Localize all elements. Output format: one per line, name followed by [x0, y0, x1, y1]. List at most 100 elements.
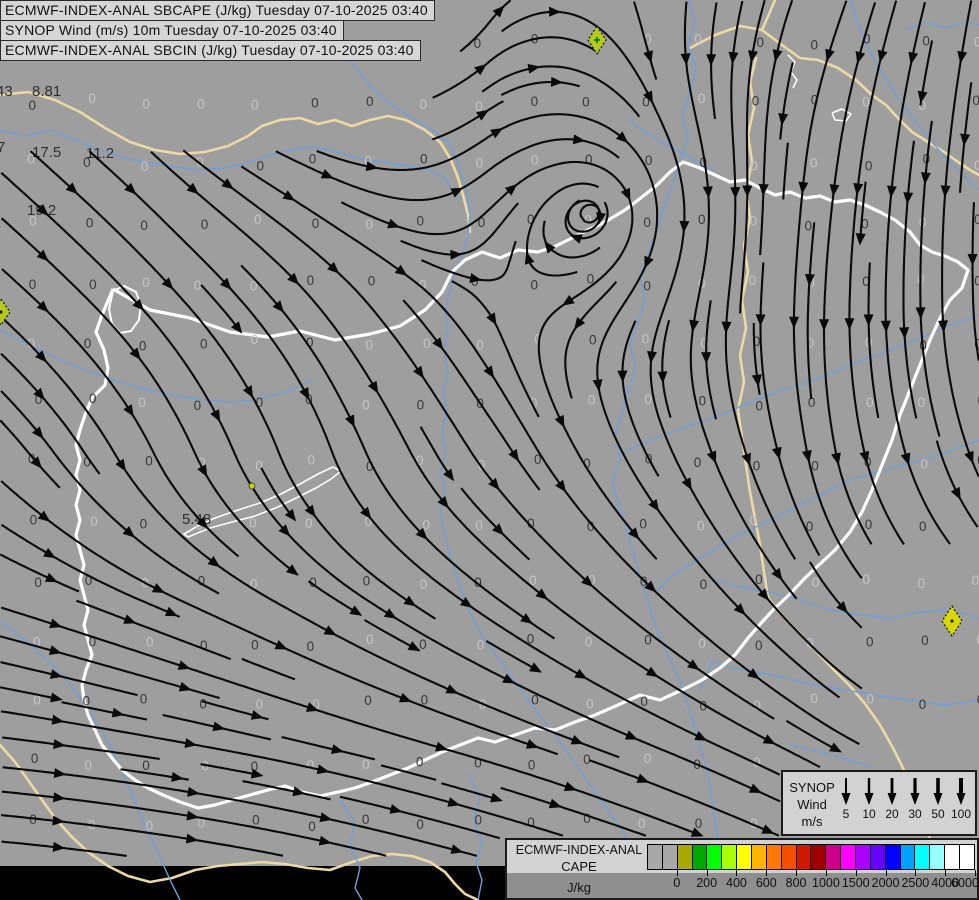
flow-arrowhead: [187, 786, 200, 797]
cape-tick-label: 600: [755, 876, 777, 890]
white-outline-patch: [831, 108, 853, 122]
value-label-zero: 0: [811, 38, 819, 53]
flow-arrowhead: [855, 233, 866, 246]
wind-scale-slot: 30: [904, 774, 926, 834]
cape-color-cell: [840, 845, 856, 869]
value-label-zero: 0: [974, 273, 979, 288]
value-label-zero: 0: [255, 458, 263, 473]
value-label-zero: 0: [919, 519, 927, 534]
flow-arrowhead: [549, 6, 562, 17]
cape-color-cell: [721, 845, 737, 869]
value-label-zero: 0: [756, 398, 764, 413]
value-label-zero: 0: [362, 812, 370, 827]
streamline: [150, 151, 821, 769]
value-label-zero: 0: [643, 278, 651, 293]
value-label-zero: 0: [420, 97, 428, 112]
flow-arrowhead: [435, 741, 448, 752]
cape-tick-label: 1000: [812, 876, 840, 890]
value-label-zero: 0: [34, 575, 42, 590]
value-label-zero: 0: [698, 212, 706, 227]
value-label-zero: 0: [583, 752, 591, 767]
value-label-zero: 0: [89, 277, 97, 292]
value-label-zero: 0: [30, 513, 38, 528]
value-label-zero: 0: [474, 813, 482, 828]
streamline-layer: [0, 0, 979, 857]
cape-tick-label: 2000: [871, 876, 900, 890]
value-label-zero: 0: [866, 395, 874, 410]
wind-arrow-icon: [910, 778, 920, 805]
wind-scale-slot: 50: [927, 774, 949, 834]
flow-arrowhead: [592, 379, 603, 392]
flow-arrowhead: [383, 608, 397, 619]
flow-arrowhead: [520, 613, 533, 624]
value-label-zero: 0: [420, 151, 428, 166]
flow-arrowhead: [508, 448, 520, 462]
flow-arrowhead: [459, 596, 473, 608]
wind-scale-slot: 20: [881, 774, 903, 834]
map-canvas[interactable]: 0 0 0 0 0 0 0 0 0 0 0 0 0 0 0 0 0 0 0 0 0 0 0 0 0 0 0 0 0 0 0 0 0 0 0 0 0 0 0 0…: [0, 0, 979, 900]
flow-arrowhead: [730, 187, 741, 200]
value-label-zero: 0: [194, 398, 202, 413]
value-label-zero: 0: [812, 575, 820, 590]
value-label-zero: 0: [200, 337, 208, 352]
wind-arrow-icon: [933, 778, 943, 805]
flow-arrowhead: [178, 681, 192, 692]
value-label-zero: 0: [867, 692, 875, 707]
neighbor-country-border: [0, 90, 472, 234]
streamline: [241, 657, 296, 681]
value-label-zero: 0: [642, 331, 650, 346]
value-label-zero: 0: [697, 519, 705, 534]
flow-arrowhead: [957, 50, 968, 64]
flow-arrowhead: [706, 54, 717, 67]
cape-legend-units: J/kg: [567, 880, 591, 895]
flow-arrowhead: [657, 371, 668, 384]
value-label-zero: 0: [139, 338, 147, 353]
streamline: [281, 736, 376, 761]
value-label-zero: 0: [312, 216, 320, 231]
flow-arrowhead: [645, 666, 659, 678]
cape-tick-label: 6000: [951, 876, 979, 890]
value-label-zero: 0: [197, 96, 205, 111]
value-label-zero: 0: [749, 273, 757, 288]
streamline: [0, 171, 781, 803]
flow-arrowhead: [570, 735, 584, 745]
flow-arrowhead: [394, 264, 408, 276]
streamline: [0, 419, 61, 489]
flow-arrowhead: [721, 321, 732, 334]
flow-arrowhead: [49, 618, 63, 629]
cape-tick-label: 200: [696, 876, 718, 890]
value-label-zero: 0: [865, 517, 873, 532]
flow-arrowhead: [550, 76, 564, 87]
value-label-zero: 0: [305, 516, 313, 531]
flow-arrowhead: [490, 128, 503, 139]
cape-color-cell: [795, 845, 811, 869]
flow-arrowhead: [207, 556, 221, 568]
cape-color-cell: [899, 845, 915, 869]
flow-arrowhead: [548, 798, 562, 809]
streamline: [340, 160, 658, 560]
flow-arrowhead: [742, 185, 753, 198]
streamline: [759, 0, 794, 256]
flow-arrowhead: [863, 314, 874, 327]
flow-arrowhead: [771, 567, 783, 581]
flow-arrowhead: [221, 178, 234, 190]
value-label-zero: 0: [86, 216, 94, 231]
value-label-zero: 0: [251, 638, 259, 653]
value-label-zero: 0: [918, 576, 926, 591]
value-label-zero: 0: [362, 398, 370, 413]
flow-arrowhead: [689, 319, 700, 333]
flow-arrowhead: [679, 220, 690, 233]
value-label-zero: 0: [365, 338, 373, 353]
wind-legend-param: Wind: [797, 797, 827, 812]
value-label-zero: 0: [309, 152, 317, 167]
cape-color-bar: [647, 844, 975, 870]
value-label-zero: 0: [756, 35, 764, 50]
flow-arrowhead: [819, 319, 830, 332]
cape-color-cell: [765, 845, 781, 869]
cape-tick-labels: 0 200 400 600 800 1000 1500 2000 2500 4000 6000: [647, 870, 979, 900]
flow-arrowhead: [349, 605, 363, 616]
wind-speed-label: 10: [862, 807, 876, 821]
flow-arrowhead: [706, 450, 717, 464]
value-label-zero: 0: [922, 33, 930, 48]
value-label-zero: 0: [251, 332, 259, 347]
